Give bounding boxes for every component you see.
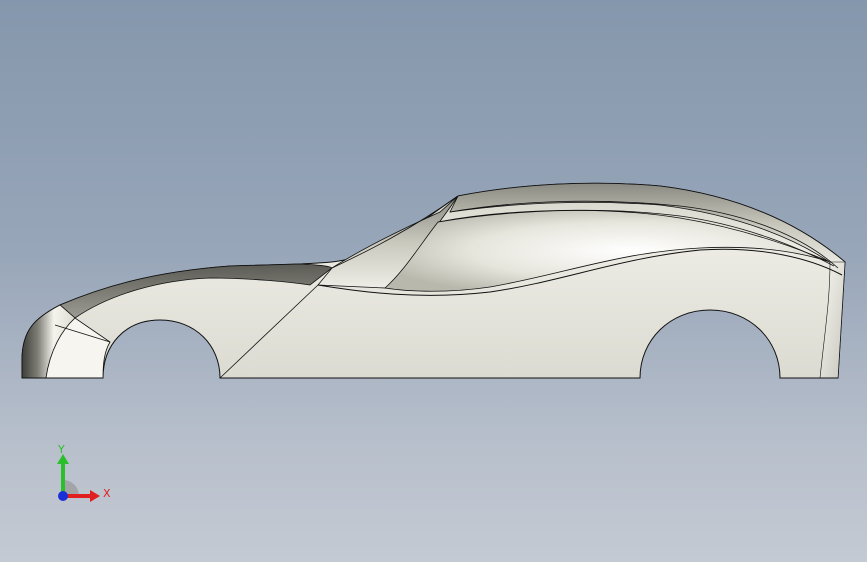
- car-body-model[interactable]: [0, 0, 867, 562]
- y-axis-label: Y: [58, 443, 65, 456]
- x-axis-label: X: [103, 487, 111, 500]
- graphics-viewport[interactable]: Y X: [0, 0, 867, 562]
- view-orientation-triad[interactable]: Y X: [50, 440, 120, 510]
